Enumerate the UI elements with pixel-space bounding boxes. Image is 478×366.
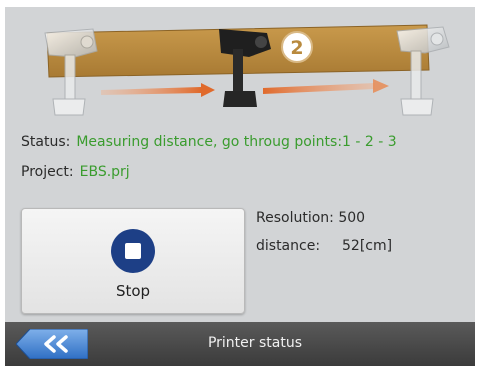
distance-value: 52[cm] bbox=[342, 238, 393, 254]
distance-readout: distance: 52[cm] bbox=[256, 238, 392, 254]
resolution-readout: Resolution: 500 bbox=[256, 210, 365, 226]
project-value: EBS.prj bbox=[79, 164, 130, 180]
stop-button-label: Stop bbox=[115, 282, 151, 300]
distance-label: distance: bbox=[256, 238, 321, 254]
bottom-bar: Printer status bbox=[5, 322, 475, 366]
stop-button[interactable]: Stop bbox=[21, 208, 245, 314]
project-label: Project: bbox=[21, 164, 74, 180]
right-printer-ghost-icon bbox=[396, 26, 450, 116]
step-number: 2 bbox=[290, 37, 303, 59]
status-label: Status: bbox=[21, 134, 71, 150]
status-value: Measuring distance, go throug points:1 -… bbox=[76, 134, 397, 150]
screen: 2 Status: Measuring distance, go throug p… bbox=[5, 7, 475, 366]
measurement-illustration: 2 bbox=[44, 24, 450, 116]
project-line: Project: EBS.prj bbox=[21, 164, 130, 180]
resolution-label: Resolution: bbox=[256, 210, 334, 226]
stop-icon bbox=[111, 229, 155, 273]
resolution-value: 500 bbox=[338, 210, 366, 226]
left-arrow-icon bbox=[101, 83, 215, 97]
right-arrow-icon bbox=[263, 79, 389, 94]
back-button[interactable] bbox=[16, 329, 88, 359]
status-line: Status: Measuring distance, go throug poi… bbox=[21, 134, 397, 150]
bottom-bar-title: Printer status bbox=[207, 335, 303, 351]
